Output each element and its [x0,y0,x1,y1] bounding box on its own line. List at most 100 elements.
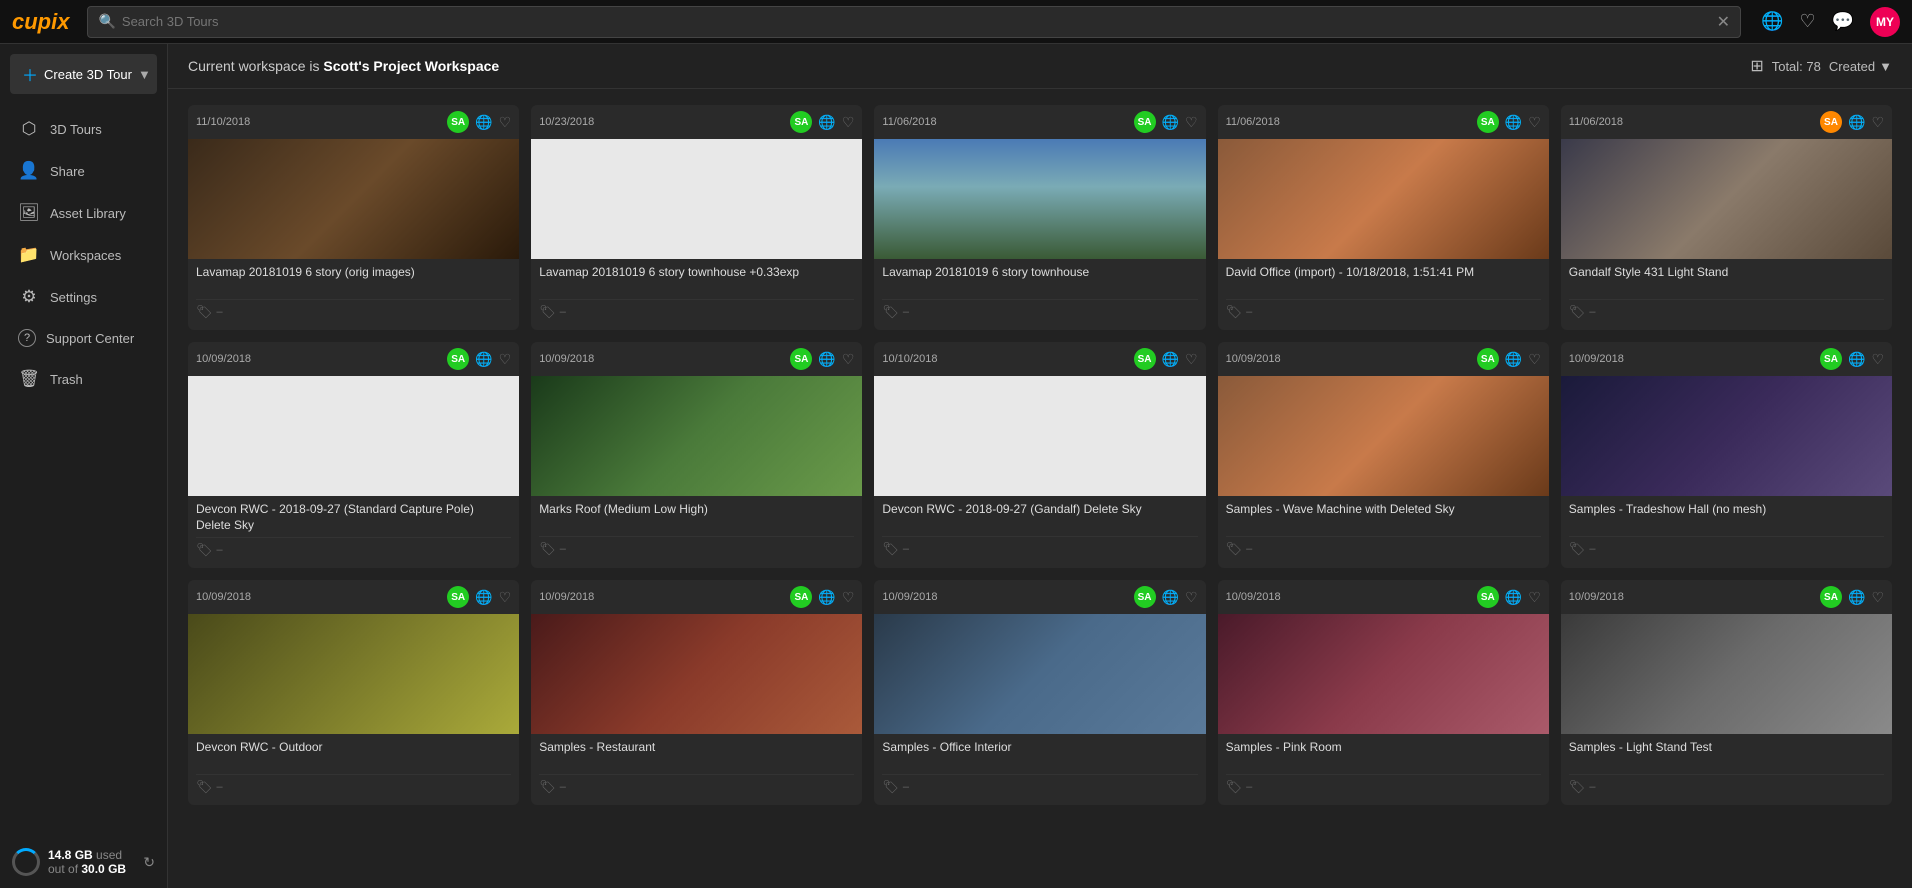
heart-card-icon[interactable]: ♡ [1528,589,1541,606]
heart-card-icon[interactable]: ♡ [499,351,512,368]
heart-card-icon[interactable]: ♡ [1871,351,1884,368]
card-icons: SA 🌐 ♡ [1134,348,1198,370]
sidebar-item-share[interactable]: 👤 Share [4,151,163,191]
globe-card-icon[interactable]: 🌐 [1505,351,1522,368]
clear-search-button[interactable]: ✕ [1717,12,1730,32]
tour-card[interactable]: 10/09/2018 SA 🌐 ♡ Samples - Light Stand … [1561,580,1892,805]
tour-card[interactable]: 10/09/2018 SA 🌐 ♡ Samples - Wave Machine… [1218,342,1549,568]
heart-card-icon[interactable]: ♡ [499,114,512,131]
card-grid-scroll[interactable]: 11/10/2018 SA 🌐 ♡ Lavamap 20181019 6 sto… [168,89,1912,888]
workspace-prefix: Current workspace is Scott's Project Wor… [188,58,499,74]
card-thumbnail [188,376,519,496]
heart-card-icon[interactable]: ♡ [842,114,855,131]
message-icon[interactable]: 💬 [1832,11,1854,32]
tour-card[interactable]: 10/09/2018 SA 🌐 ♡ Devcon RWC - 2018-09-2… [188,342,519,568]
globe-card-icon[interactable]: 🌐 [1848,114,1865,131]
card-header: 10/09/2018 SA 🌐 ♡ [531,342,862,376]
heart-card-icon[interactable]: ♡ [842,351,855,368]
tour-card[interactable]: 10/09/2018 SA 🌐 ♡ Marks Roof (Medium Low… [531,342,862,568]
card-date: 10/23/2018 [539,116,594,128]
plus-icon: ＋ [22,62,38,86]
card-title: Devcon RWC - Outdoor [196,740,511,770]
heart-card-icon[interactable]: ♡ [1528,114,1541,131]
heart-card-icon[interactable]: ♡ [1528,351,1541,368]
tour-card[interactable]: 10/09/2018 SA 🌐 ♡ Samples - Office Inter… [874,580,1205,805]
search-input[interactable] [122,14,1717,29]
card-thumbnail [1218,614,1549,734]
create-3d-tour-button[interactable]: ＋ Create 3D Tour ▼ [10,54,157,94]
card-title: Lavamap 20181019 6 story townhouse [882,265,1197,295]
grid-view-icon[interactable]: ⊞ [1750,56,1763,76]
heart-card-icon[interactable]: ♡ [1185,351,1198,368]
search-icon: 🔍 [98,13,115,30]
globe-card-icon[interactable]: 🌐 [1505,114,1522,131]
globe-card-icon[interactable]: 🌐 [1848,351,1865,368]
heart-card-icon[interactable]: ♡ [1185,114,1198,131]
heart-card-icon[interactable]: ♡ [1871,589,1884,606]
card-title: Devcon RWC - 2018-09-27 (Gandalf) Delete… [882,502,1197,532]
sidebar-item-settings[interactable]: ⚙ Settings [4,277,163,317]
user-badge: SA [790,586,812,608]
card-footer: Samples - Tradeshow Hall (no mesh) 🏷 – [1561,496,1892,567]
tour-card[interactable]: 11/06/2018 SA 🌐 ♡ Lavamap 20181019 6 sto… [874,105,1205,330]
card-title: Lavamap 20181019 6 story townhouse +0.33… [539,265,854,295]
globe-card-icon[interactable]: 🌐 [818,589,835,606]
tour-card[interactable]: 10/09/2018 SA 🌐 ♡ Devcon RWC - Outdoor 🏷… [188,580,519,805]
globe-card-icon[interactable]: 🌐 [818,114,835,131]
globe-card-icon[interactable]: 🌐 [1162,351,1179,368]
tour-card[interactable]: 10/09/2018 SA 🌐 ♡ Samples - Tradeshow Ha… [1561,342,1892,568]
heart-card-icon[interactable]: ♡ [1185,589,1198,606]
tag-icon: 🏷 [1226,541,1243,557]
tour-card[interactable]: 11/06/2018 SA 🌐 ♡ Gandalf Style 431 Ligh… [1561,105,1892,330]
card-icons: SA 🌐 ♡ [1477,348,1541,370]
card-thumbnail [1218,139,1549,259]
tag-value: – [217,781,223,793]
sidebar-item-asset-library[interactable]: 🖼 Asset Library [4,193,163,233]
sidebar-item-workspaces[interactable]: 📁 Workspaces [4,235,163,275]
card-icons: SA 🌐 ♡ [1820,586,1884,608]
heart-card-icon[interactable]: ♡ [842,589,855,606]
sidebar-label-share: Share [50,164,85,179]
tag-value: – [560,781,566,793]
card-title: David Office (import) - 10/18/2018, 1:51… [1226,265,1541,295]
globe-card-icon[interactable]: 🌐 [1162,589,1179,606]
tour-card[interactable]: 11/10/2018 SA 🌐 ♡ Lavamap 20181019 6 sto… [188,105,519,330]
card-date: 11/06/2018 [1569,116,1623,128]
heart-icon[interactable]: ♡ [1799,11,1815,32]
globe-icon[interactable]: 🌐 [1761,11,1783,32]
heart-card-icon[interactable]: ♡ [499,589,512,606]
refresh-icon[interactable]: ↻ [143,854,155,871]
globe-card-icon[interactable]: 🌐 [1848,589,1865,606]
card-icons: SA 🌐 ♡ [1134,111,1198,133]
card-thumbnail [188,614,519,734]
user-avatar[interactable]: MY [1870,7,1900,37]
globe-card-icon[interactable]: 🌐 [475,114,492,131]
globe-card-icon[interactable]: 🌐 [475,589,492,606]
sidebar-item-support[interactable]: ? Support Center [4,319,163,357]
sidebar-item-trash[interactable]: 🗑 Trash [4,359,163,399]
tour-card[interactable]: 10/23/2018 SA 🌐 ♡ Lavamap 20181019 6 sto… [531,105,862,330]
globe-card-icon[interactable]: 🌐 [1162,114,1179,131]
tour-card[interactable]: 10/09/2018 SA 🌐 ♡ Samples - Restaurant 🏷… [531,580,862,805]
globe-card-icon[interactable]: 🌐 [1505,589,1522,606]
total-count: Total: 78 [1772,59,1821,74]
globe-card-icon[interactable]: 🌐 [818,351,835,368]
card-footer: Devcon RWC - Outdoor 🏷 – [188,734,519,805]
tour-card[interactable]: 11/06/2018 SA 🌐 ♡ David Office (import) … [1218,105,1549,330]
card-header: 10/09/2018 SA 🌐 ♡ [1218,580,1549,614]
tag-value: – [1589,781,1595,793]
card-title: Samples - Light Stand Test [1569,740,1884,770]
globe-card-icon[interactable]: 🌐 [475,351,492,368]
heart-card-icon[interactable]: ♡ [1871,114,1884,131]
sort-button[interactable]: Created ▼ [1829,59,1892,74]
tour-card[interactable]: 10/10/2018 SA 🌐 ♡ Devcon RWC - 2018-09-2… [874,342,1205,568]
tour-card[interactable]: 10/09/2018 SA 🌐 ♡ Samples - Pink Room 🏷 … [1218,580,1549,805]
user-badge: SA [1134,586,1156,608]
card-thumbnail [874,614,1205,734]
sidebar-item-3d-tours[interactable]: ⬡ 3D Tours [4,109,163,149]
tag-value: – [903,306,909,318]
asset-library-icon: 🖼 [18,203,40,223]
tag-value: – [217,544,223,556]
card-tags: 🏷 – [882,536,1197,563]
storage-info: 14.8 GB used out of 30.0 GB ↻ [0,836,167,888]
